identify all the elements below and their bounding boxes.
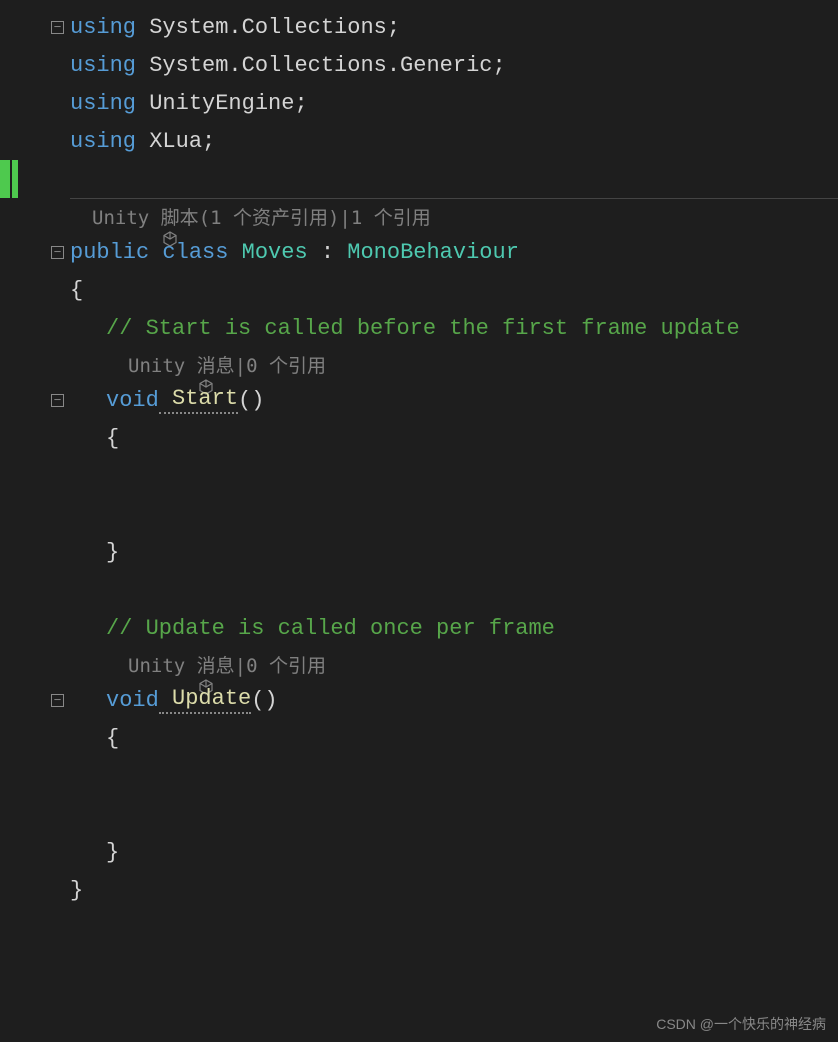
parens: () [251, 688, 277, 713]
brace: { [70, 278, 83, 303]
cube-icon [70, 208, 86, 224]
parens: () [238, 388, 264, 413]
keyword: public [70, 240, 149, 265]
keyword: using [70, 91, 136, 116]
code-line[interactable] [0, 757, 838, 795]
code-line[interactable]: } [0, 833, 838, 871]
method-name: Update [159, 686, 251, 714]
change-indicator [12, 160, 18, 198]
code-line[interactable]: using UnityEngine; [0, 84, 838, 122]
comment: // Update is called once per frame [106, 616, 555, 641]
code-line[interactable]: { [0, 419, 838, 457]
code-line[interactable]: { [0, 271, 838, 309]
brace: } [70, 878, 83, 903]
keyword: using [70, 53, 136, 78]
keyword: void [106, 388, 159, 413]
code-line[interactable]: } [0, 871, 838, 909]
code-line[interactable]: − void Update() [0, 681, 838, 719]
fold-minus-icon[interactable]: − [51, 246, 64, 259]
brace: { [106, 726, 119, 751]
codelens-line[interactable]: Unity 消息|0 个引用 [0, 347, 838, 381]
colon: : [308, 240, 348, 265]
namespace: System.Collections; [136, 15, 400, 40]
fold-minus-icon[interactable]: − [51, 694, 64, 707]
namespace: UnityEngine; [136, 91, 308, 116]
keyword: using [70, 15, 136, 40]
code-line[interactable]: // Update is called once per frame [0, 609, 838, 647]
keyword: void [106, 688, 159, 713]
keyword: class [149, 240, 228, 265]
code-line[interactable]: − public class Moves : MonoBehaviour [0, 233, 838, 271]
codelens-line[interactable]: Unity 脚本(1 个资产引用)|1 个引用 [0, 199, 838, 233]
codelens-text[interactable]: Unity 消息|0 个引用 [128, 651, 326, 678]
watermark: CSDN @一个快乐的神经病 [656, 1014, 826, 1034]
cube-icon [106, 656, 122, 672]
code-line[interactable] [0, 795, 838, 833]
comment: // Start is called before the first fram… [106, 316, 740, 341]
code-line[interactable] [0, 495, 838, 533]
code-editor[interactable]: − using System.Collections; using System… [0, 0, 838, 909]
code-line[interactable] [0, 571, 838, 609]
brace: { [106, 426, 119, 451]
fold-minus-icon[interactable]: − [51, 394, 64, 407]
code-line[interactable] [0, 457, 838, 495]
base-class: MonoBehaviour [347, 240, 519, 265]
code-line[interactable]: { [0, 719, 838, 757]
cursor-indicator [0, 160, 10, 198]
code-line[interactable]: // Start is called before the first fram… [0, 309, 838, 347]
code-line[interactable] [0, 160, 838, 198]
brace: } [106, 540, 119, 565]
codelens-text[interactable]: Unity 消息|0 个引用 [128, 351, 326, 378]
code-line[interactable]: using System.Collections.Generic; [0, 46, 838, 84]
class-name: Moves [228, 240, 307, 265]
fold-minus-icon[interactable]: − [51, 21, 64, 34]
code-line[interactable]: } [0, 533, 838, 571]
code-line[interactable]: − void Start() [0, 381, 838, 419]
namespace: System.Collections.Generic; [136, 53, 506, 78]
namespace: XLua; [136, 129, 215, 154]
codelens-text[interactable]: Unity 脚本(1 个资产引用)|1 个引用 [92, 203, 431, 230]
method-name: Start [159, 386, 238, 414]
code-line[interactable]: using XLua; [0, 122, 838, 160]
keyword: using [70, 129, 136, 154]
brace: } [106, 840, 119, 865]
cube-icon [106, 356, 122, 372]
codelens-line[interactable]: Unity 消息|0 个引用 [0, 647, 838, 681]
code-line[interactable]: − using System.Collections; [0, 8, 838, 46]
